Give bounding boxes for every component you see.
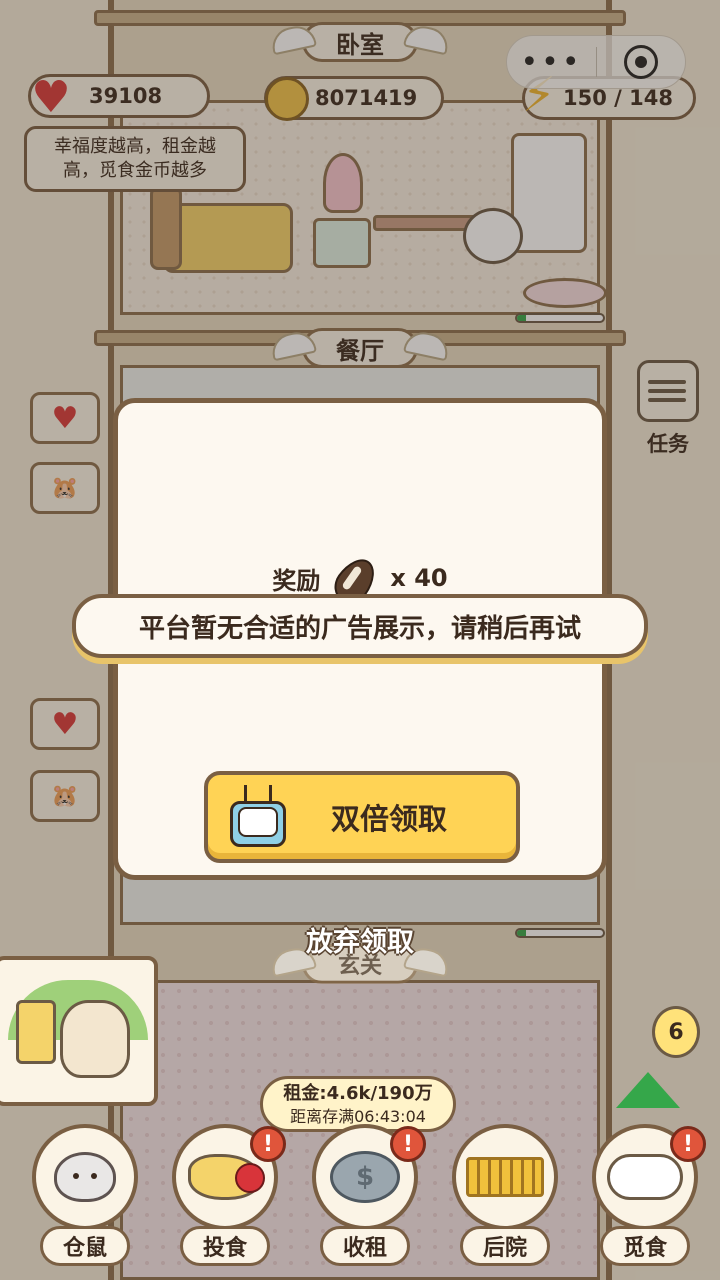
nav-rent-label: 收租 [320, 1226, 410, 1266]
tv-ad-icon [228, 785, 288, 849]
nav-backyard-label: 后院 [460, 1226, 550, 1266]
nav-backyard-circle [452, 1124, 558, 1230]
alert-badge: ! [670, 1126, 706, 1162]
nav-forage-label: 觅食 [600, 1226, 690, 1266]
arrow-up-icon[interactable] [616, 1072, 680, 1108]
nav-feed[interactable]: ! 投食 [160, 1124, 290, 1274]
cloud-icon [607, 1154, 683, 1200]
nav-backyard[interactable]: 后院 [440, 1124, 570, 1274]
traveling-hamster [60, 1000, 130, 1078]
hamster-face-icon [54, 1152, 116, 1202]
suitcase-icon [16, 1000, 56, 1064]
cheese-apple-icon [188, 1154, 265, 1200]
give-up-button[interactable]: 放弃领取 [0, 920, 720, 959]
nav-forage[interactable]: ! 觅食 [580, 1124, 710, 1274]
double-claim-label: 双倍领取 [330, 802, 447, 836]
toast-message: 平台暂无合适的广告展示，请稍后再试 [138, 613, 581, 644]
double-claim-button[interactable]: 双倍领取 [204, 771, 520, 863]
travel-card[interactable] [0, 956, 158, 1106]
nav-hamster-circle [32, 1124, 138, 1230]
nav-hamster[interactable]: 仓鼠 [20, 1124, 150, 1274]
fence-icon [466, 1157, 544, 1197]
nav-hamster-label: 仓鼠 [40, 1226, 130, 1266]
rent-amount: 租金:4.6k/190万 [283, 1083, 433, 1104]
alert-badge: ! [250, 1126, 286, 1162]
ad-unavailable-toast: 平台暂无合适的广告展示，请稍后再试 [72, 594, 648, 658]
nav-collect-rent[interactable]: $ ! 收租 [300, 1124, 430, 1274]
reward-amount: x 40 [390, 564, 448, 592]
notification-count-badge[interactable]: 6 [652, 1006, 700, 1058]
nav-feed-label: 投食 [180, 1226, 270, 1266]
piggy-bank-icon: $ [330, 1151, 400, 1203]
reward-label: 奖励 [272, 566, 321, 595]
alert-badge: ! [390, 1126, 426, 1162]
